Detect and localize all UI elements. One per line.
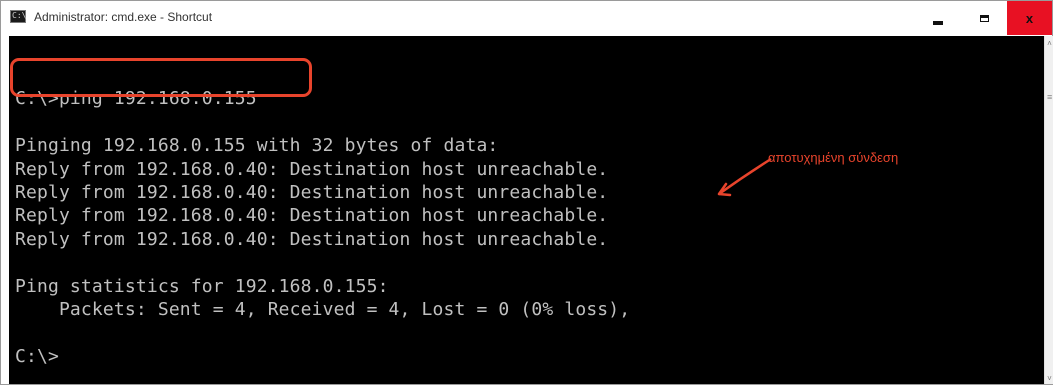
cmd-window: C:\ Administrator: cmd.exe - Shortcut x … — [0, 0, 1053, 385]
cmd-icon-glyph: C:\ — [12, 11, 27, 20]
minimize-icon — [933, 20, 943, 25]
vertical-scrollbar[interactable]: ˄ ≡ ˅ — [1044, 36, 1053, 384]
window-title: Administrator: cmd.exe - Shortcut — [34, 10, 213, 24]
annotation-arrow — [717, 157, 772, 197]
scroll-up-icon[interactable]: ˄ — [1045, 39, 1053, 48]
maximize-button[interactable] — [961, 1, 1007, 35]
scroll-thumb-icon[interactable]: ≡ — [1047, 93, 1052, 102]
cmd-icon[interactable]: C:\ — [10, 10, 26, 23]
console-output[interactable]: C:\>ping 192.168.0.155 Pinging 192.168.0.… — [9, 36, 1044, 384]
annotation-label: αποτυχημένη σύνδεση — [768, 150, 899, 165]
close-button[interactable]: x — [1007, 1, 1052, 35]
maximize-icon — [979, 14, 989, 22]
close-icon: x — [1025, 10, 1034, 26]
title-bar[interactable]: C:\ Administrator: cmd.exe - Shortcut x — [1, 1, 1052, 35]
scroll-down-icon[interactable]: ˅ — [1045, 374, 1053, 383]
minimize-button[interactable] — [915, 1, 961, 35]
